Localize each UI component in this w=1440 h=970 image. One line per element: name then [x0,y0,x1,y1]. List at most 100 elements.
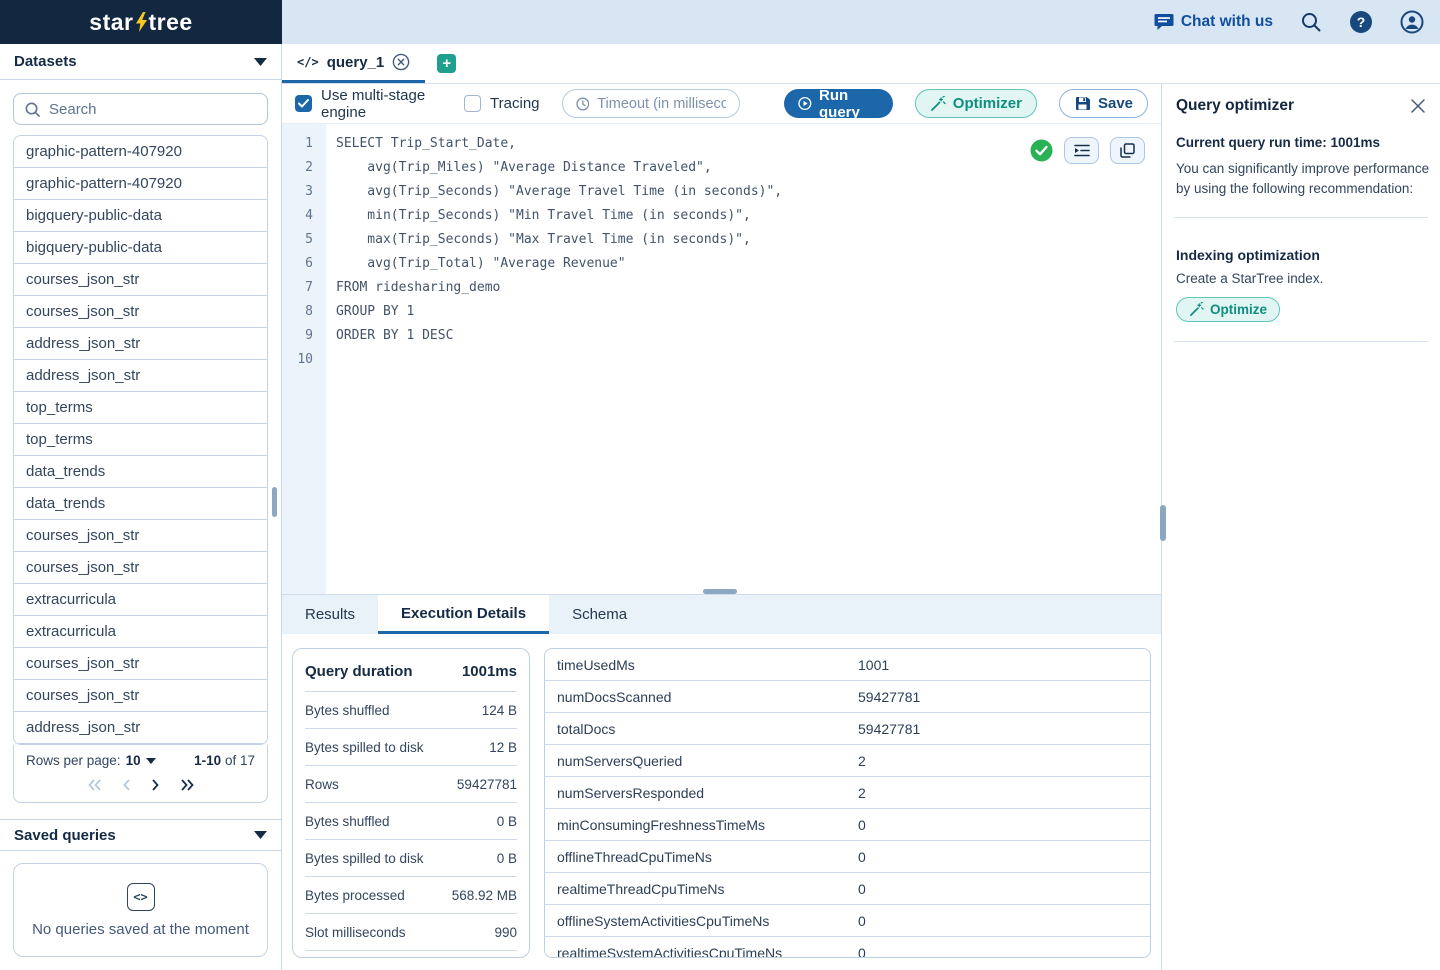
dataset-list-item[interactable]: top_terms [14,392,267,424]
dataset-list-item[interactable]: top_terms [14,424,267,456]
tab-execution-details-label: Execution Details [401,604,527,622]
rows-per-page-select[interactable]: Rows per page: 10 [26,753,156,768]
optimizer-button[interactable]: Optimizer [914,89,1037,118]
dataset-name: top_terms [26,399,93,416]
account-button[interactable] [1400,10,1424,34]
tab-schema[interactable]: Schema [549,595,650,634]
dataset-list-item[interactable]: extracurricula [14,616,267,648]
line-number: 1 [305,136,313,151]
dataset-list-item[interactable]: courses_json_str [14,520,267,552]
timeout-input-wrapper [561,89,741,118]
line-number: 9 [305,328,313,343]
save-button[interactable]: Save [1058,89,1149,118]
run-query-button[interactable]: Run query [784,87,893,121]
tab-query-1[interactable]: </> query_1 [282,44,426,83]
code-line: 6 avg(Trip_Total) "Average Revenue" [282,252,1161,276]
execution-details-content: Query duration 1001ms Bytes shuffled 124… [282,634,1161,970]
tab-results[interactable]: Results [282,595,378,634]
dataset-list-item[interactable]: address_json_str [14,712,267,744]
dataset-list-item[interactable]: graphic-pattern-407920 [14,136,267,168]
code-line: 8 GROUP BY 1 [282,300,1161,324]
pagination-range: 1-10 of 17 [194,753,255,768]
duration-row-label: Slot milliseconds [305,925,406,940]
multi-stage-engine-checkbox[interactable]: Use multi-stage engine [295,87,442,121]
stat-value: 59427781 [858,720,921,737]
duration-row-label: Bytes shuffled [305,814,390,829]
optimize-button[interactable]: Optimize [1176,297,1281,323]
first-page-button[interactable] [87,778,102,792]
save-icon [1075,97,1090,110]
stat-key: realtimeSystemActivitiesCpuTimeNs [557,944,783,958]
close-icon[interactable] [1410,98,1426,114]
dataset-name: address_json_str [26,719,141,736]
play-icon [798,96,812,111]
clock-icon [575,97,589,110]
add-tab-button[interactable]: + [437,54,457,73]
tracing-checkbox[interactable]: Tracing [464,95,540,112]
dataset-list-item[interactable]: address_json_str [14,360,267,392]
current-run-time: Current query run time: 1001ms [1176,135,1381,150]
close-tab-icon[interactable] [392,53,410,71]
line-number: 2 [305,160,313,175]
plus-icon: + [442,55,452,72]
stat-value: 0 [858,848,866,865]
dataset-list-item[interactable]: courses_json_str [14,264,267,296]
line-code: ORDER BY 1 DESC [336,328,454,343]
search-button[interactable] [1300,11,1322,33]
dataset-list-item[interactable]: courses_json_str [14,296,267,328]
format-query-button[interactable] [1064,137,1099,164]
last-page-button[interactable] [180,778,195,792]
line-number: 10 [297,352,313,367]
duration-row: Bytes spilled to disk 0 B [305,840,517,877]
dataset-search-box [13,93,268,125]
sql-editor[interactable]: 1 SELECT Trip_Start_Date, 2 avg(Trip_Mil… [282,124,1161,594]
stat-key: timeUsedMs [557,656,635,673]
dataset-list-item[interactable]: bigquery-public-data [14,200,267,232]
dataset-list-item[interactable]: data_trends [14,456,267,488]
stat-row: offlineSystemActivitiesCpuTimeNs 0 [545,905,1150,937]
execution-stats-table: timeUsedMs 1001 numDocsScanned 59427781 [544,648,1151,958]
dataset-name: courses_json_str [26,655,140,672]
stat-row: minConsumingFreshnessTimeMs 0 [545,809,1150,841]
dataset-list-item[interactable]: data_trends [14,488,267,520]
dataset-name: courses_json_str [26,559,140,576]
line-number: 4 [305,208,313,223]
stat-value: 2 [858,784,866,801]
lightning-bolt-icon [135,12,147,32]
dataset-list-item[interactable]: graphic-pattern-407920 [14,168,267,200]
dataset-list-item[interactable]: address_json_str [14,328,267,360]
copy-query-button[interactable] [1110,137,1145,164]
datasets-section-header[interactable]: Datasets [0,44,281,80]
duration-rows: Bytes shuffled 124 B Bytes spilled to di… [305,692,517,951]
magic-wand-icon [930,95,946,111]
next-page-button[interactable] [151,778,160,792]
line-number: 7 [305,280,313,295]
dataset-list-item[interactable]: courses_json_str [14,680,267,712]
query-toolbar: Use multi-stage engine Tracing Timeout (… [282,84,1161,124]
duration-row: Slot milliseconds 990 [305,914,517,951]
optimize-label: Optimize [1210,302,1268,318]
duration-row-value: 0 B [496,814,517,829]
editor-resize-handle[interactable] [703,589,737,594]
dataset-list-item[interactable]: courses_json_str [14,648,267,680]
stat-value: 59427781 [858,688,921,705]
dataset-list-item[interactable]: bigquery-public-data [14,232,267,264]
line-code: min(Trip_Seconds) "Min Travel Time (in s… [336,208,751,223]
help-button[interactable]: ? [1349,10,1373,34]
previous-page-button[interactable] [122,778,131,792]
dataset-name: graphic-pattern-407920 [26,143,182,160]
timeout-input[interactable] [597,95,727,112]
search-input[interactable] [49,100,257,118]
tab-execution-details[interactable]: Execution Details [378,595,550,634]
panel-resize-handle[interactable] [1160,505,1166,541]
saved-queries-title: Saved queries [14,826,116,844]
dataset-list-item[interactable]: courses_json_str [14,552,267,584]
saved-queries-section-header[interactable]: Saved queries [0,819,281,851]
stat-key: realtimeThreadCpuTimeNs [557,880,725,897]
chat-with-us-button[interactable]: Chat with us [1154,13,1273,31]
dataset-list-item[interactable]: extracurricula [14,584,267,616]
dataset-name: graphic-pattern-407920 [26,175,182,192]
duration-row-label: Bytes spilled to disk [305,851,424,866]
line-code: avg(Trip_Seconds) "Average Travel Time (… [336,184,783,199]
sidebar-scrollbar-thumb[interactable] [272,487,277,517]
